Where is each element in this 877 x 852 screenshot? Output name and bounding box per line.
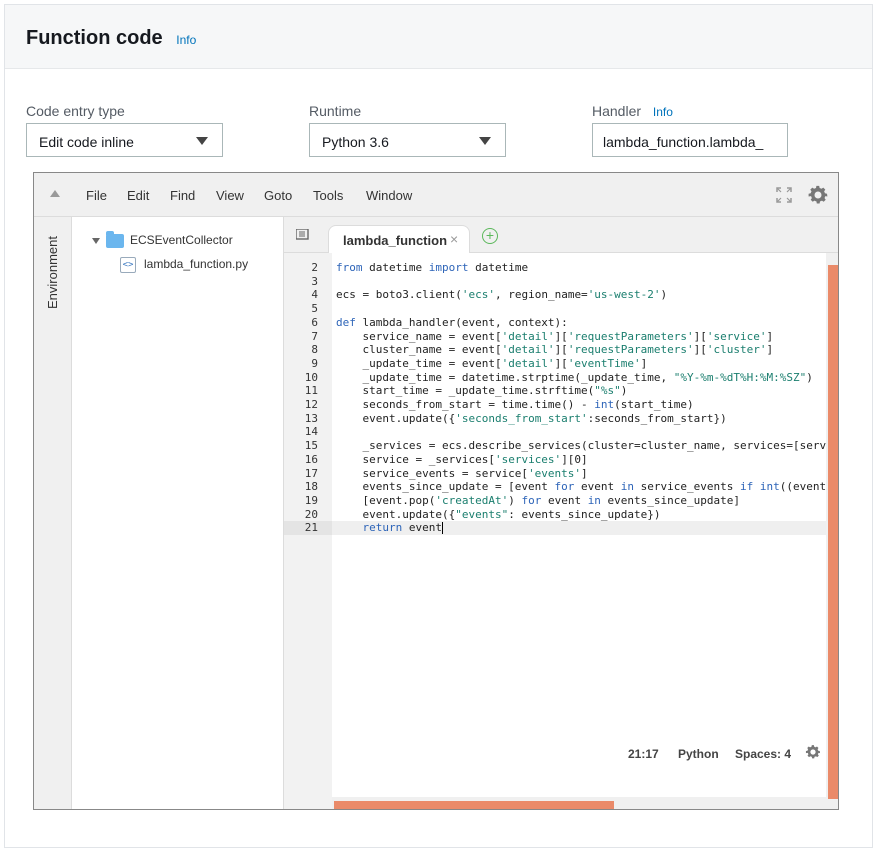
line-number: 18 — [304, 480, 318, 494]
editor-tabbar: lambda_function × + — [284, 217, 838, 254]
vertical-scroll-thumb[interactable] — [828, 265, 838, 799]
code-line[interactable]: _update_time = event['detail']['eventTim… — [336, 357, 647, 371]
tabs-menu-icon[interactable] — [296, 229, 310, 241]
environment-tab[interactable]: Environment — [34, 217, 72, 317]
editor-statusbar: 21:17 Python Spaces: 4 — [622, 745, 822, 767]
line-number: 17 — [304, 466, 318, 480]
environment-tab-label: Environment — [45, 236, 60, 309]
line-number: 11 — [304, 384, 318, 398]
code-line[interactable]: service_name = event['detail']['requestP… — [336, 330, 773, 344]
folder-name: ECSEventCollector — [130, 233, 233, 247]
menu-tools[interactable]: Tools — [313, 188, 343, 203]
code-line[interactable]: return event — [336, 521, 443, 535]
language-mode[interactable]: Python — [678, 747, 719, 761]
horizontal-scroll-thumb[interactable] — [334, 801, 614, 809]
code-content[interactable]: from datetime import datetime ecs = boto3… — [332, 253, 826, 777]
tree-folder-row[interactable]: ECSEventCollector — [92, 230, 233, 248]
code-line[interactable]: service_events = service['events'] — [336, 467, 587, 481]
horizontal-scrollbar[interactable] — [332, 797, 826, 809]
line-number: 13 — [304, 411, 318, 425]
add-tab-icon[interactable]: + — [482, 228, 498, 244]
gear-icon[interactable] — [804, 743, 822, 761]
collapse-menu-icon[interactable] — [50, 190, 60, 197]
chevron-down-icon — [196, 137, 208, 145]
line-number: 20 — [304, 507, 318, 521]
code-line[interactable]: event.update({"events": events_since_upd… — [336, 508, 660, 522]
panel-title: Function code Info — [26, 27, 196, 50]
handler-label: Handler Info — [592, 103, 673, 119]
line-number: 12 — [304, 398, 318, 411]
runtime-select[interactable]: Python 3.6 — [309, 123, 506, 157]
line-number-gutter: 2 3 4 5 6 7 8 9 10 11 12 13 14 15 16 17 18 19 20 21 — [284, 253, 332, 809]
line-number: 8 — [311, 343, 318, 357]
file-tree: ECSEventCollector <> lambda_function.py — [72, 217, 284, 809]
menu-view[interactable]: View — [216, 188, 244, 203]
code-line[interactable]: from datetime import datetime — [336, 261, 528, 275]
editor-area: lambda_function × + 2 3 4 5 6 7 8 9 10 11 12 13 14 15… — [284, 217, 838, 809]
tree-file-row[interactable]: <> lambda_function.py — [120, 257, 248, 273]
code-line[interactable]: seconds_from_start = time.time() - int(s… — [336, 398, 693, 412]
handler-label-text: Handler — [592, 103, 642, 119]
code-line[interactable]: [event.pop('createdAt') for event in eve… — [336, 494, 740, 508]
side-rail — [34, 317, 72, 809]
code-line[interactable]: ecs = boto3.client('ecs', region_name='u… — [336, 288, 667, 302]
python-file-icon: <> — [120, 257, 136, 273]
line-number: 2 — [311, 261, 318, 274]
panel-title-text: Function code — [26, 27, 163, 49]
title-info-link[interactable]: Info — [176, 33, 196, 47]
code-entry-type-label: Code entry type — [26, 103, 125, 119]
code-entry-type-select[interactable]: Edit code inline — [26, 123, 223, 157]
code-line[interactable]: event.update({'seconds_from_start':secon… — [336, 412, 726, 426]
menu-find[interactable]: Find — [170, 188, 195, 203]
line-number: 19 — [304, 493, 318, 507]
tab-label: lambda_function — [343, 233, 448, 248]
code-line[interactable]: def lambda_handler(event, context): — [336, 316, 568, 330]
runtime-value: Python 3.6 — [322, 134, 389, 150]
code-line[interactable]: cluster_name = event['detail']['requestP… — [336, 343, 773, 357]
line-number: 5 — [311, 302, 318, 316]
line-number: 21 — [284, 521, 332, 535]
handler-input[interactable]: lambda_function.lambda_ — [592, 123, 788, 157]
gear-icon[interactable] — [806, 183, 830, 207]
line-number: 3 — [311, 274, 318, 288]
chevron-down-icon — [479, 137, 491, 145]
code-editor-ide: File Edit Find View Goto Tools Window En… — [33, 172, 839, 810]
fullscreen-icon[interactable] — [776, 187, 792, 203]
line-number: 15 — [304, 439, 318, 453]
vertical-scrollbar[interactable] — [826, 253, 838, 809]
line-number: 14 — [304, 425, 318, 439]
line-number: 6 — [311, 315, 318, 329]
menu-goto[interactable]: Goto — [264, 188, 292, 203]
code-entry-type-value: Edit code inline — [39, 134, 134, 150]
code-line[interactable]: service = _services['services'][0] — [336, 453, 587, 467]
file-name: lambda_function.py — [144, 257, 249, 272]
handler-info-link[interactable]: Info — [653, 105, 673, 119]
cursor-position[interactable]: 21:17 — [628, 747, 659, 761]
menu-window[interactable]: Window — [366, 188, 412, 203]
line-number: 7 — [311, 329, 318, 343]
indent-setting[interactable]: Spaces: 4 — [735, 747, 791, 761]
code-line[interactable]: start_time = _update_time.strftime("%s") — [336, 384, 627, 398]
menu-file[interactable]: File — [86, 188, 107, 203]
folder-icon — [106, 230, 124, 248]
chevron-down-icon[interactable] — [92, 237, 100, 244]
line-number: 9 — [311, 356, 318, 370]
line-number: 10 — [304, 370, 318, 384]
code-line[interactable]: events_since_update = [event for event i… — [336, 480, 826, 494]
close-icon[interactable]: × — [450, 231, 458, 247]
tab-lambda-function[interactable]: lambda_function × — [328, 225, 470, 254]
panel-header: Function code Info — [5, 5, 872, 69]
runtime-label: Runtime — [309, 103, 362, 119]
line-number: 4 — [311, 288, 318, 302]
menu-edit[interactable]: Edit — [127, 188, 149, 203]
ide-menubar: File Edit Find View Goto Tools Window — [34, 173, 838, 217]
code-line[interactable]: _services = ecs.describe_services(cluste… — [336, 439, 826, 453]
text-cursor — [442, 522, 443, 535]
line-number: 16 — [304, 452, 318, 466]
code-line[interactable]: _update_time = datetime.strptime(_update… — [336, 371, 812, 385]
